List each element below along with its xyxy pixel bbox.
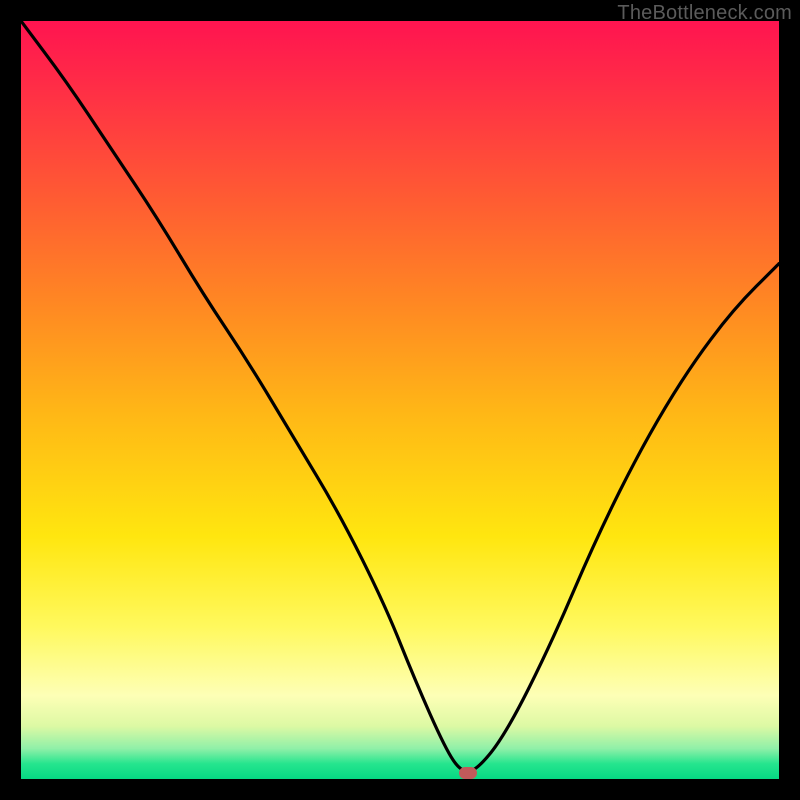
plot-area	[21, 21, 779, 779]
watermark-text: TheBottleneck.com	[617, 2, 792, 25]
bottleneck-curve	[21, 21, 779, 779]
chart-frame: TheBottleneck.com	[0, 0, 800, 800]
optimal-marker	[459, 767, 477, 779]
